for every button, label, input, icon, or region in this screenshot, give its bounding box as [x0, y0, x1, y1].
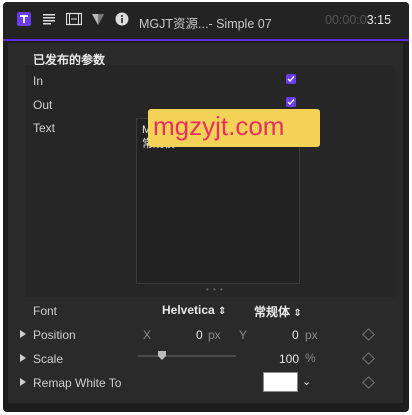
in-label: In [33, 74, 44, 88]
scale-field[interactable]: 100 [279, 352, 299, 366]
clip-title: MGJT资源...- Simple 07 [139, 17, 272, 31]
watermark-text: mgzyjt.com [153, 111, 285, 141]
out-checkbox[interactable] [286, 97, 296, 107]
updown-icon: ⇕ [293, 308, 302, 319]
scale-unit: % [305, 351, 316, 365]
font-label: Font [33, 304, 58, 318]
text-inspector-icon[interactable] [17, 12, 31, 26]
font-style-popup[interactable]: 常规体 ⇕ [254, 303, 302, 320]
disclosure-triangle-icon[interactable] [20, 330, 26, 338]
position-label: Position [33, 328, 76, 342]
updown-icon: ⇕ [218, 306, 227, 317]
disclosure-triangle-icon[interactable] [20, 378, 26, 386]
toolbar-accent-line [3, 39, 409, 41]
out-label: Out [33, 98, 53, 112]
position-y-label: Y [239, 328, 248, 342]
film-icon[interactable] [65, 12, 83, 26]
font-family-popup[interactable]: Helvetica ⇕ [162, 303, 226, 317]
remap-color-swatch[interactable] [263, 372, 298, 392]
timecode: 00:00:03:15 [325, 13, 392, 27]
inspector-window: MGJT资源...- Simple 07 00:00:03:15 已发布的参数 … [3, 2, 409, 412]
paragraph-icon[interactable] [42, 12, 56, 26]
disclosure-triangle-icon[interactable] [20, 354, 26, 362]
position-x-label: X [143, 328, 152, 342]
scale-label: Scale [33, 352, 64, 366]
position-y-unit: px [305, 328, 318, 342]
remap-label: Remap White To [33, 376, 122, 390]
text-label: Text [33, 121, 56, 135]
position-x-unit: px [208, 328, 221, 342]
filter-icon[interactable] [91, 12, 105, 26]
position-y-field[interactable]: 0 [292, 328, 299, 342]
info-icon[interactable] [115, 12, 129, 26]
position-x-field[interactable]: 0 [196, 328, 203, 342]
in-checkbox[interactable] [286, 74, 296, 84]
resize-handle[interactable]: • • • [206, 285, 224, 294]
chevron-down-icon[interactable]: ⌄ [302, 375, 311, 388]
scale-slider[interactable] [138, 355, 236, 357]
